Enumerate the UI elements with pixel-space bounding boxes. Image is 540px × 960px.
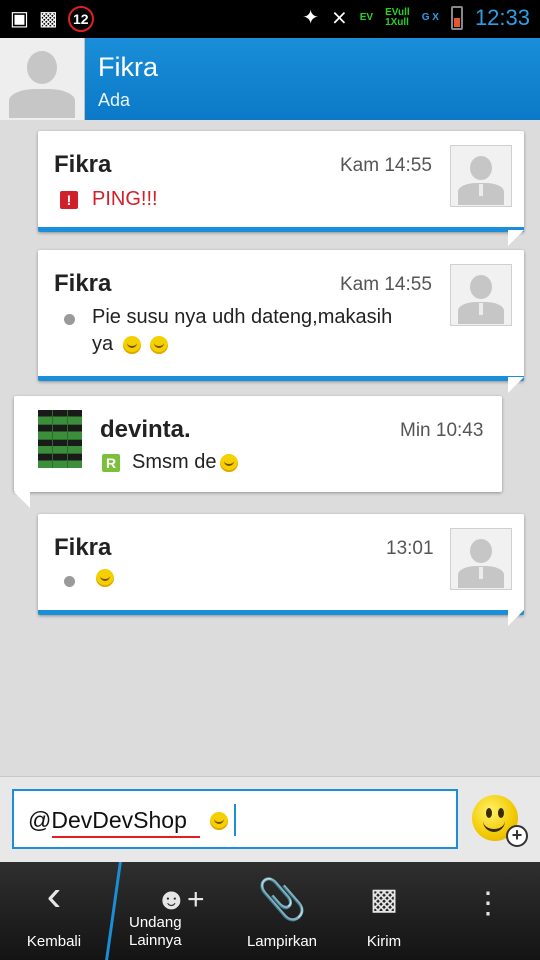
- unread-dot-icon: [64, 576, 75, 587]
- contact-name: Fikra: [98, 52, 158, 82]
- chevron-left-icon: ‹: [46, 871, 62, 920]
- sender-avatar: [450, 264, 512, 326]
- battery-icon: [450, 6, 463, 30]
- hug-emoticon-icon: [220, 453, 239, 472]
- sender-avatar: [450, 145, 512, 207]
- message-text: PING!!!: [92, 188, 158, 210]
- data-indicator: G X: [421, 12, 439, 23]
- text-caret: [234, 804, 236, 836]
- bottom-action-bar: ‹ Kembali ☻+ Undang Lainnya 📎 Lampirkan ▩…: [0, 862, 540, 960]
- bbm-icon: ▩: [38, 8, 58, 30]
- back-button[interactable]: ‹ Kembali: [0, 862, 108, 960]
- blush-emoticon-icon: [210, 812, 228, 830]
- bubble-tail: [508, 377, 524, 393]
- sender-avatar: [38, 410, 82, 468]
- chat-header[interactable]: Fikra Ada: [0, 38, 540, 120]
- status-bar: ▣ ▩ 12 ✦ ⨯ EV EVull 1Xull G X 12:33: [0, 0, 540, 38]
- message-sender: Fikra: [54, 270, 112, 297]
- message-text: [92, 564, 114, 591]
- contact-status: Ada: [98, 90, 131, 110]
- message-time: Kam 14:55: [340, 155, 432, 176]
- message-bubble[interactable]: Fikra Kam 14:55 ! PING!!!: [38, 131, 524, 232]
- paperclip-icon: 📎: [257, 878, 307, 922]
- ping-icon: !: [60, 191, 78, 209]
- contact-avatar[interactable]: [0, 38, 85, 120]
- bbm-send-icon: ▩: [369, 883, 399, 916]
- hug-emoticon-icon: [96, 568, 114, 587]
- sender-avatar: [450, 528, 512, 590]
- clock: 12:33: [474, 5, 530, 30]
- bubble-tail: [508, 230, 524, 246]
- network-signal-indicator: EVull 1Xull: [385, 7, 410, 28]
- message-sender: Fikra: [54, 534, 112, 561]
- message-time: Min 10:43: [400, 420, 484, 441]
- message-time: Kam 14:55: [340, 274, 432, 295]
- bubble-tail: [508, 610, 524, 626]
- overflow-menu-button[interactable]: ⋮: [460, 862, 516, 960]
- notification-count-badge: 12: [67, 6, 94, 32]
- hug-emoticon-icon: [122, 335, 141, 354]
- more-vertical-icon: ⋮: [473, 887, 503, 920]
- message-sender: devinta.: [100, 416, 191, 443]
- unread-dot-icon: [64, 314, 75, 325]
- message-input[interactable]: @DevDevShop: [12, 789, 458, 849]
- bubble-tail: [14, 492, 30, 508]
- message-bubble-outgoing[interactable]: devinta. Min 10:43 R Smsm de: [14, 396, 502, 492]
- compose-area: @DevDevShop +: [0, 776, 540, 863]
- message-bubble[interactable]: Fikra 13:01: [38, 514, 524, 615]
- bluetooth-icon: ✦: [302, 7, 319, 29]
- network-ev-indicator: EV: [359, 12, 374, 23]
- attach-button[interactable]: 📎 Lampirkan: [232, 862, 332, 960]
- message-text: Smsm de: [132, 449, 239, 476]
- message-text: Pie susu nya udh dateng,makasih ya: [92, 306, 393, 355]
- invite-others-button[interactable]: ☻+ Undang Lainnya: [120, 862, 230, 960]
- message-input-value: @DevDevShop: [28, 807, 187, 833]
- spellcheck-underline: [52, 836, 200, 838]
- message-bubble[interactable]: Fikra Kam 14:55 Pie susu nya udh dateng,…: [38, 250, 524, 381]
- add-icon[interactable]: +: [506, 825, 528, 847]
- gallery-icon: ▣: [10, 8, 29, 30]
- send-button[interactable]: ▩ Kirim: [336, 862, 432, 960]
- hug-emoticon-icon: [150, 335, 169, 354]
- message-time: 13:01: [386, 538, 434, 559]
- message-sender: Fikra: [54, 151, 112, 178]
- read-receipt-icon: R: [102, 454, 120, 472]
- mute-icon: ⨯: [330, 7, 348, 29]
